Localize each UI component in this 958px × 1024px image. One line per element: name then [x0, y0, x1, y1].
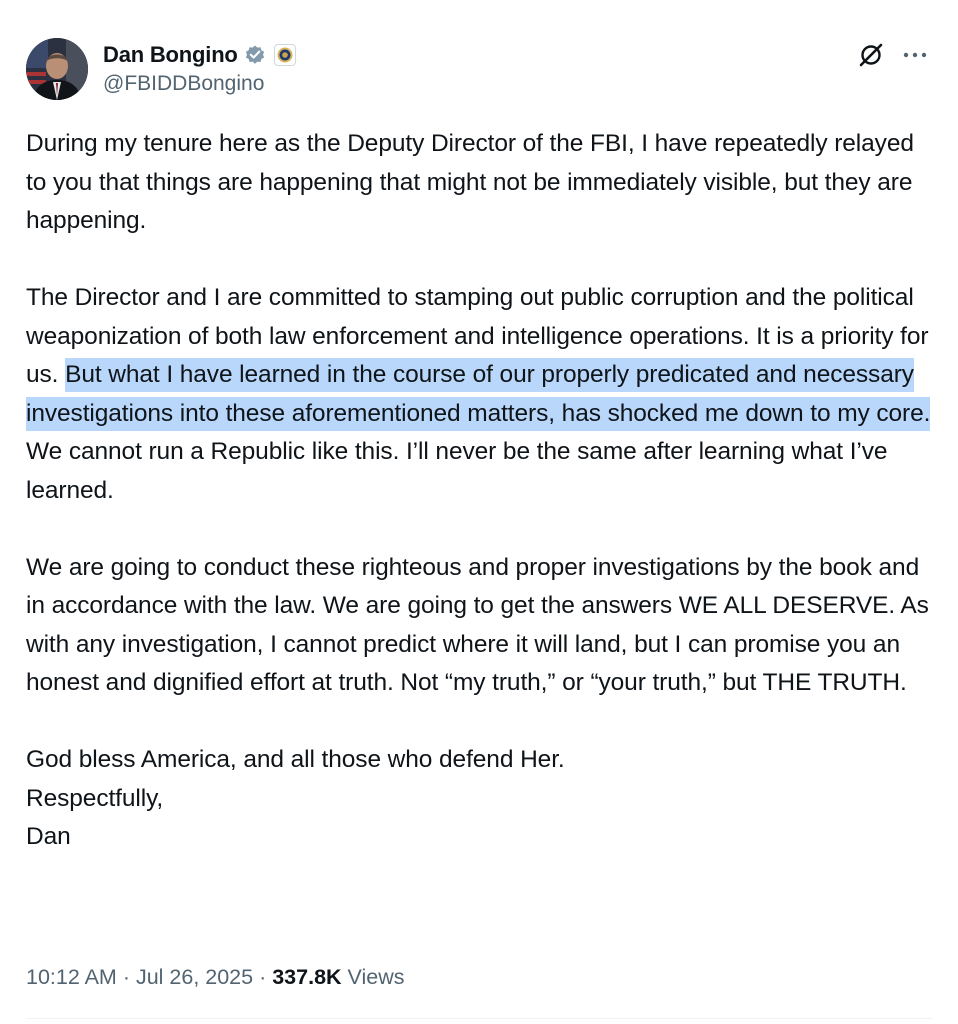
more-icon[interactable]	[900, 42, 930, 68]
sign-off: God bless America, and all those who def…	[26, 741, 936, 857]
grok-icon[interactable]	[858, 42, 884, 68]
display-name[interactable]: Dan Bongino	[103, 42, 238, 68]
name-row: Dan Bongino	[103, 40, 296, 70]
handle[interactable]: @FBIDDBongino	[103, 72, 264, 96]
post-date[interactable]: Jul 26, 2025	[136, 965, 253, 990]
paragraph-3: We are going to conduct these righteous …	[26, 553, 929, 697]
fbi-seal-icon[interactable]	[273, 44, 296, 66]
avatar[interactable]	[26, 38, 88, 100]
post-header: Dan Bongino @FBIDDBongino	[26, 38, 932, 104]
selected-text: But what I have learned in the course of…	[26, 358, 930, 431]
sign-off-line-2: Respectfully,	[26, 784, 164, 812]
meta-separator: ·	[116, 964, 136, 989]
post-time[interactable]: 10:12 AM	[26, 965, 117, 990]
verified-badge-icon[interactable]	[244, 44, 266, 66]
paragraph-2-end: We cannot run a Republic like this. I’ll…	[26, 438, 888, 504]
views-label: Views	[341, 964, 405, 989]
views-count: 337.8K	[272, 964, 342, 989]
meta-separator: ·	[253, 964, 273, 989]
sign-off-line-1: God bless America, and all those who def…	[26, 746, 565, 773]
paragraph-1: During my tenure here as the Deputy Dire…	[26, 130, 914, 234]
post-text: During my tenure here as the Deputy Dire…	[26, 125, 936, 857]
post-detail: Dan Bongino @FBIDDBongino During my tenu…	[0, 0, 958, 1024]
post-meta: 10:12 AM · Jul 26, 2025 · 337.8K Views	[26, 962, 405, 992]
paragraph-2: The Director and I are committed to stam…	[26, 279, 936, 510]
divider	[26, 1018, 932, 1019]
sign-off-line-3: Dan	[26, 823, 71, 850]
